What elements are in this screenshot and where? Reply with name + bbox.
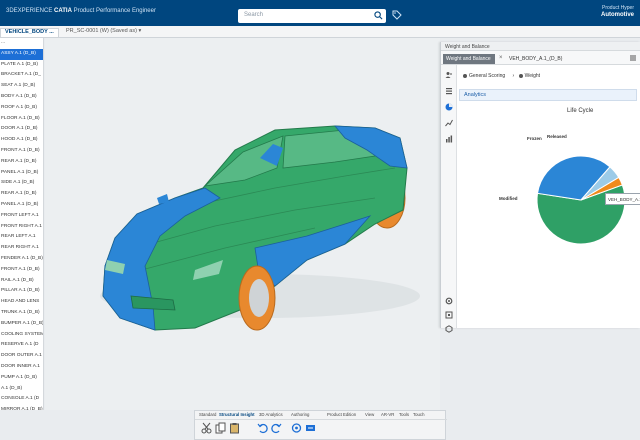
tree-item[interactable]: REAR A.1 (D_B) (0, 189, 43, 200)
redo-icon[interactable] (271, 422, 282, 434)
tag-icon[interactable] (392, 10, 402, 20)
copy-icon[interactable] (215, 422, 226, 434)
document-tab-strip: VEHICLE_BODY ... PR_SC-0001 (W) (Saved a… (0, 26, 640, 38)
user-line2: Automotive (601, 12, 634, 18)
tree-item[interactable]: PANEL A.1 (D_B) (0, 168, 43, 179)
update-icon[interactable] (291, 422, 302, 434)
tree-item[interactable]: PILLAR A.1 (D_B) (0, 286, 43, 297)
tree-item[interactable]: PANEL A.1 (D_B) (0, 200, 43, 211)
action-tab[interactable]: Touch (413, 412, 424, 417)
tree-item[interactable]: SEAT A.1 (D_B) (0, 81, 43, 92)
3d-viewport[interactable] (45, 38, 440, 410)
tree-item[interactable]: FRONT A.1 (D_B) (0, 265, 43, 276)
tree-item[interactable]: FRONT LEFT A.1 (0, 211, 43, 222)
tree-item[interactable]: HEAD AND LENS (0, 297, 43, 308)
pie-label-modified: Modified (499, 196, 518, 201)
share-icon[interactable] (305, 422, 316, 434)
tree-item[interactable]: FENDER A.1 (D_B) (0, 254, 43, 265)
action-tab[interactable]: View (365, 412, 374, 417)
brand-prefix: 3DEXPERIENCE (6, 8, 53, 14)
top-bar: 3DEXPERIENCE CATIA Product Performance E… (0, 0, 640, 26)
tree-item[interactable]: TRUNK A.1 (D_B) (0, 308, 43, 319)
tree-item[interactable]: PLATE A.1 (D_B) (0, 60, 43, 71)
weight-balance-panel: Weight and Balance Weight and Balance × … (440, 42, 640, 333)
pie-label-released: Released (547, 134, 567, 139)
tree-item[interactable]: COOLING SYSTEM (0, 330, 43, 341)
action-tab[interactable]: Authoring (291, 412, 309, 417)
tree-item[interactable]: PUMP A.1 (D_B) (0, 373, 43, 384)
user-line1: Product Hyper (602, 5, 634, 11)
tree-item[interactable]: ROOF A.1 (D_B) (0, 103, 43, 114)
user-info[interactable]: Product Hyper Automotive (601, 5, 634, 19)
search-field[interactable]: Search (238, 9, 386, 23)
brand-app: CATIA (54, 8, 72, 14)
action-tab[interactable]: Tools (399, 412, 409, 417)
search-icon[interactable] (374, 11, 383, 20)
action-tab[interactable]: 3D Analytics (259, 412, 283, 417)
product-tree: ... ASSY A.1 (D_B) PLATE A.1 (D_B) BRACKET … (0, 38, 44, 410)
tree-item[interactable]: FLOOR A.1 (D_B) (0, 114, 43, 125)
action-tab[interactable]: Product Edition (327, 412, 356, 417)
tree-item[interactable]: HOOD A.1 (D_B) (0, 135, 43, 146)
car-model[interactable] (45, 38, 440, 410)
cut-icon[interactable] (201, 422, 212, 434)
tab-session[interactable]: PR_SC-0001 (W) (Saved as) ▾ (66, 28, 141, 34)
tree-item[interactable]: BODY A.1 (D_B) (0, 92, 43, 103)
tree-item[interactable]: REAR RIGHT A.1 (0, 243, 43, 254)
action-tab[interactable]: Structural Insight (219, 412, 255, 417)
tree-item[interactable]: BRACKET A.1 (D_ (0, 70, 43, 81)
tree-item[interactable]: FRONT RIGHT A.1 (0, 222, 43, 233)
pie-tooltip: VEH_BODY_A.1_... (605, 193, 640, 205)
tree-item[interactable]: RESERVE A.1 (D (0, 340, 43, 351)
tree-item[interactable]: REAR LEFT A.1 (0, 232, 43, 243)
search-placeholder: Search (244, 12, 264, 18)
tree-item[interactable]: CONSOLE A.1 (D (0, 394, 43, 405)
tree-item[interactable]: REAR A.1 (D_B) (0, 157, 43, 168)
pie-label-frozen: Frozen (527, 136, 542, 141)
tab-vehicle-body[interactable]: VEHICLE_BODY ... (0, 28, 59, 38)
tree-item[interactable]: DOOR A.1 (D_B) (0, 124, 43, 135)
brand-role: Product Performance Engineer (73, 8, 156, 14)
tree-item[interactable]: FRONT A.1 (D_B) (0, 146, 43, 157)
tree-item[interactable]: BUMPER A.1 (D_B) (0, 319, 43, 330)
life-cycle-pie-chart[interactable] (441, 42, 640, 328)
tree-item[interactable]: DOOR OUTER A.1 (0, 351, 43, 362)
action-tab[interactable]: Standard (199, 412, 216, 417)
tree-item[interactable]: MIRROR A.1 (D_B) (0, 405, 43, 410)
tree-item[interactable]: A.1 (D_B) (0, 384, 43, 395)
tree-item[interactable]: SIDE A.1 (D_B) (0, 178, 43, 189)
paste-icon[interactable] (229, 422, 240, 434)
tree-item[interactable]: RAIL A.1 (D_B) (0, 276, 43, 287)
tree-item[interactable]: DOOR INNER A.1 (0, 362, 43, 373)
action-bar-tabs: Standard Structural Insight 3D Analytics Au… (195, 411, 447, 420)
app-brand[interactable]: 3DEXPERIENCE CATIA Product Performance E… (6, 8, 156, 14)
action-bar: Standard Structural Insight 3D Analytics Au… (194, 410, 447, 440)
tree-item[interactable]: ASSY A.1 (D_B) (0, 48, 43, 60)
tree-item[interactable]: ... (0, 38, 43, 49)
action-tab[interactable]: AR-VR (381, 412, 394, 417)
undo-icon[interactable] (257, 422, 268, 434)
